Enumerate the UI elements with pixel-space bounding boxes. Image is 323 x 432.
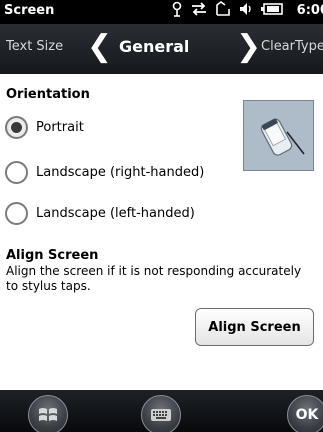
tab-next[interactable]: ClearType (261, 39, 323, 54)
tab-previous[interactable]: Text Size (6, 39, 63, 54)
radio-button[interactable] (5, 161, 28, 184)
ok-button[interactable]: OK (287, 395, 323, 432)
signal-icon (171, 1, 183, 24)
radio-button[interactable] (5, 202, 28, 225)
battery-icon (261, 2, 283, 23)
orientation-preview (243, 100, 314, 171)
align-heading: Align Screen (6, 248, 99, 263)
radio-button-checked[interactable] (5, 116, 28, 139)
start-button[interactable] (28, 395, 68, 432)
orientation-heading: Orientation (6, 87, 90, 102)
radio-landscape-right[interactable]: Landscape (right-handed) (5, 161, 204, 184)
windows-icon (39, 408, 57, 421)
status-bar: Screen 6:00 (0, 0, 323, 24)
sync-icon (190, 1, 208, 24)
softkey-bar: OK (0, 390, 323, 432)
radio-label: Landscape (right-handed) (36, 165, 205, 180)
status-title: Screen (4, 3, 55, 18)
radio-label: Landscape (left-handed) (36, 206, 195, 221)
radio-label: Portrait (36, 120, 84, 135)
clock: 6:00 (296, 3, 323, 18)
align-screen-button[interactable]: Align Screen (195, 308, 314, 346)
align-description: Align the screen if it is not responding… (6, 264, 302, 293)
ok-label: OK (295, 407, 319, 423)
keyboard-button[interactable] (141, 395, 181, 432)
radio-dot (11, 122, 22, 133)
volume-icon (238, 1, 254, 24)
data-connection-icon (215, 0, 231, 24)
status-icons (171, 0, 290, 24)
chevron-left-icon[interactable]: ❮ (87, 32, 112, 62)
radio-portrait[interactable]: Portrait (5, 116, 84, 139)
device-preview-icon (260, 117, 305, 156)
tab-header: Text Size ❮ General ❯ ClearType (0, 24, 323, 74)
radio-landscape-left[interactable]: Landscape (left-handed) (5, 202, 195, 225)
tab-current: General (119, 37, 190, 56)
chevron-right-icon[interactable]: ❯ (236, 32, 261, 62)
keyboard-icon (151, 409, 171, 421)
